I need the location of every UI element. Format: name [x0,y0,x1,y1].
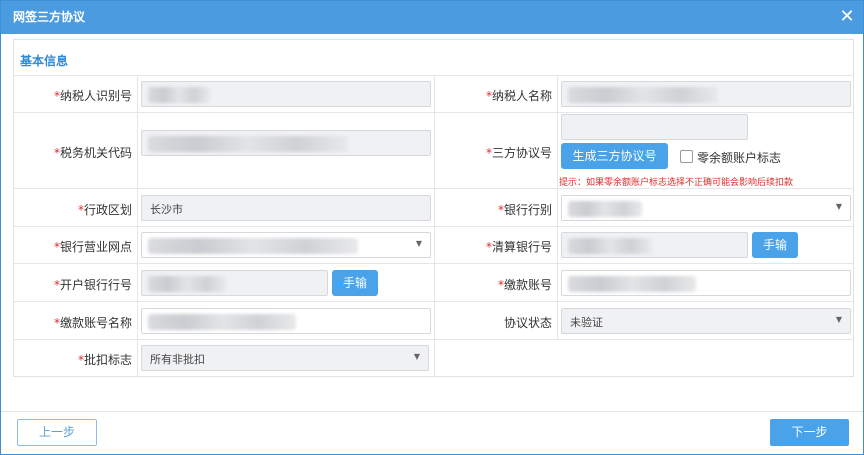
taxpayer-name-field[interactable] [561,81,851,107]
form-row: *纳税人识别号 *纳税人名称 [14,76,853,113]
bank-branch-select[interactable]: ▼ [141,232,431,258]
form-row: *税务机关代码 *三方协议号 生成三方协议号 零余额账户标志 提示：如果零余额账… [14,113,853,189]
tripartite-agreement-dialog: 网签三方协议 ✕ 基本信息 *纳税人识别号 *纳税人名称 *税务机关代码 *三方… [0,0,864,455]
taxpayer-name-label: *纳税人名称 [485,89,552,103]
generate-tripartite-no-button[interactable]: 生成三方协议号 [561,143,668,169]
zero-balance-hint: 提示：如果零余额账户标志选择不正确可能会影响后续扣款 [559,178,794,188]
opening-bank-no-label: *开户银行行号 [53,278,132,292]
tripartite-no-field[interactable] [561,114,748,140]
basic-info-panel: 基本信息 *纳税人识别号 *纳税人名称 *税务机关代码 *三方协议号 生成三方协… [13,39,854,377]
clearing-bank-no-field[interactable] [561,232,748,258]
form-row: *银行营业网点 ▼ *清算银行号 手输 [14,227,853,264]
admin-region-value: 长沙市 [150,203,183,216]
next-step-button[interactable]: 下一步 [770,419,849,446]
batch-deduct-select[interactable]: 所有非批扣 ▼ [141,345,429,371]
payment-account-name-field[interactable] [141,308,431,334]
payment-account-field[interactable] [561,270,851,296]
admin-region-field[interactable]: 长沙市 [141,195,431,221]
clearing-bank-no-label: *清算银行号 [485,240,552,254]
taxpayer-id-label: *纳税人识别号 [53,89,132,103]
zero-balance-checkbox[interactable] [680,150,693,163]
taxpayer-id-field[interactable] [141,81,431,107]
close-icon[interactable]: ✕ [837,7,857,27]
chevron-down-icon: ▼ [415,239,422,248]
form-row: *缴款账号名称 协议状态 未验证 ▼ [14,302,853,340]
batch-deduct-value: 所有非批扣 [150,353,205,366]
zero-balance-label: 零余额账户标志 [697,151,782,165]
prev-step-button[interactable]: 上一步 [17,419,97,446]
opening-bank-no-field[interactable] [141,270,328,296]
batch-deduct-label: *批扣标志 [77,353,132,367]
form-row: *开户银行行号 手输 *缴款账号 [14,264,853,302]
payment-account-name-label: *缴款账号名称 [53,316,132,330]
bank-branch-label: *银行营业网点 [53,240,132,254]
tripartite-no-label: *三方协议号 [485,146,552,160]
dialog-titlebar: 网签三方协议 [1,1,863,34]
chevron-down-icon: ▼ [835,315,842,324]
tax-office-code-label: *税务机关代码 [53,146,132,160]
opening-bank-manual-button[interactable]: 手输 [332,270,378,296]
dialog-title: 网签三方协议 [13,10,86,24]
tax-office-code-field[interactable] [141,130,431,156]
agreement-status-value: 未验证 [570,316,603,329]
bank-category-select[interactable]: ▼ [561,195,851,221]
chevron-down-icon: ▼ [835,202,842,211]
bank-category-label: *银行行别 [497,203,552,217]
clearing-bank-manual-button[interactable]: 手输 [752,232,798,258]
chevron-down-icon: ▼ [413,352,420,361]
form-row: *行政区划 长沙市 *银行行别 ▼ [14,189,853,227]
form-row: *批扣标志 所有非批扣 ▼ [14,340,853,377]
payment-account-label: *缴款账号 [497,278,552,292]
agreement-status-label: 协议状态 [503,316,552,330]
agreement-status-select[interactable]: 未验证 ▼ [561,308,851,334]
admin-region-label: *行政区划 [77,203,132,217]
section-title: 基本信息 [20,54,69,68]
